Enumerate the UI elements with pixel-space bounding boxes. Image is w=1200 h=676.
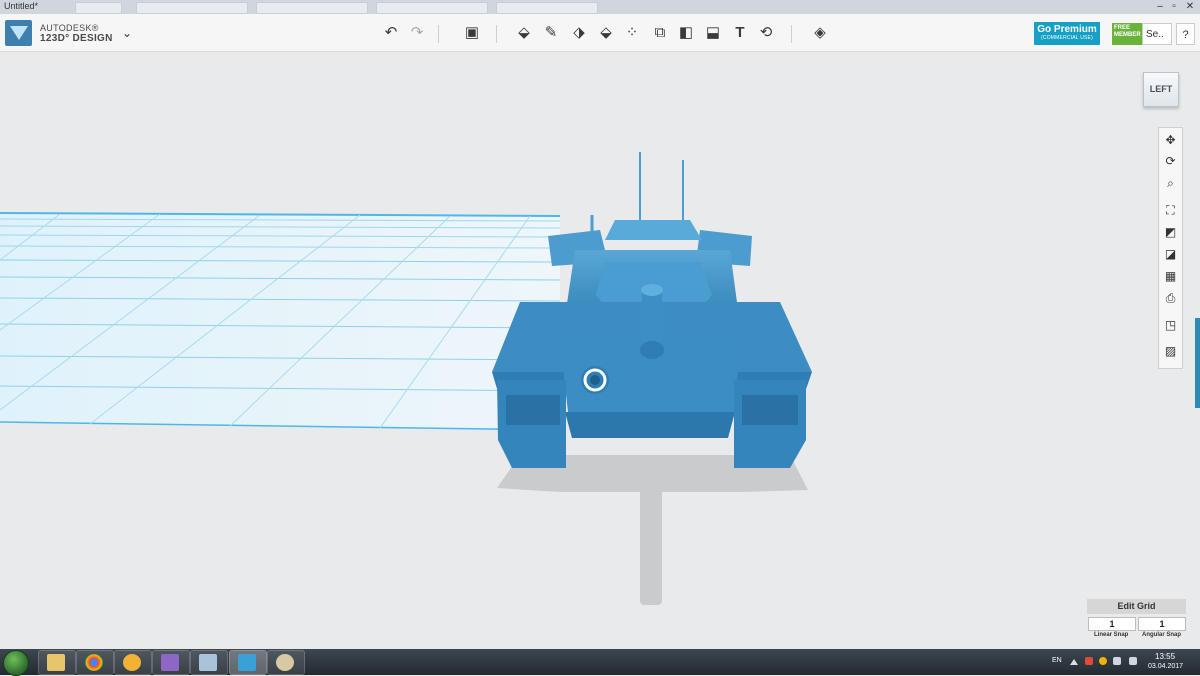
- app-icon: [123, 654, 141, 671]
- chrome-icon: [85, 654, 103, 671]
- viewcube[interactable]: LEFT: [1143, 72, 1179, 107]
- hide-show-icon[interactable]: ▦: [1159, 266, 1182, 286]
- taskbar-item-visual-studio[interactable]: [152, 650, 190, 675]
- visual-studio-icon: [161, 654, 179, 671]
- views-icon[interactable]: ◩: [1159, 222, 1182, 242]
- brand-product: 123D° DESIGN: [40, 33, 113, 44]
- go-premium-button[interactable]: Go Premium (COMMERCIAL USE): [1034, 22, 1100, 45]
- free-member-badge: FREE MEMBER: [1112, 23, 1146, 45]
- clock-time[interactable]: 13:55: [1155, 652, 1175, 661]
- group-button[interactable]: ⧉: [649, 22, 671, 44]
- taskbar-item-calculator[interactable]: [190, 650, 228, 675]
- language-indicator[interactable]: EN: [1052, 657, 1062, 664]
- solid-icon[interactable]: ◪: [1159, 244, 1182, 264]
- minimize-button[interactable]: –: [1154, 0, 1166, 13]
- tray-expand-icon[interactable]: [1070, 659, 1078, 665]
- background-window-tab[interactable]: [256, 2, 368, 14]
- grid-visibility-icon[interactable]: ▨: [1159, 341, 1182, 361]
- folder-icon: [47, 654, 65, 671]
- side-panel-handle[interactable]: [1195, 318, 1200, 408]
- undo-button[interactable]: ↶: [380, 22, 402, 44]
- toolbar-divider: [791, 25, 792, 43]
- construct-button[interactable]: ⬗: [568, 22, 590, 44]
- pattern-button[interactable]: ⁘: [621, 22, 643, 44]
- modify-button[interactable]: ⬙: [595, 22, 617, 44]
- fit-icon[interactable]: ⛶: [1159, 200, 1182, 220]
- ground-grid: [0, 212, 561, 431]
- snap-button[interactable]: ⟲: [755, 22, 777, 44]
- redo-button[interactable]: ↷: [406, 22, 428, 44]
- go-premium-label: Go Premium: [1037, 24, 1097, 35]
- start-button[interactable]: [3, 650, 29, 676]
- combine-button[interactable]: ◧: [675, 22, 697, 44]
- edit-grid-panel: Edit Grid 1 1 Linear Snap Angular Snap: [1087, 599, 1186, 643]
- linear-snap-label: Linear Snap: [1094, 632, 1129, 638]
- taskbar-item-123d-design[interactable]: [229, 650, 267, 675]
- background-window-tab[interactable]: [376, 2, 488, 14]
- taskbar-item-app[interactable]: [114, 650, 152, 675]
- orbit-icon[interactable]: ⟳: [1159, 151, 1182, 171]
- background-window-tab[interactable]: [496, 2, 598, 14]
- app-toolbar: AUTODESK® 123D° DESIGN ⌄ ↶ ↷ ▣ ⬙ ✎ ⬗ ⬙ ⁘…: [0, 14, 1200, 62]
- network-icon[interactable]: [1113, 657, 1121, 665]
- volume-icon[interactable]: [1129, 657, 1137, 665]
- sign-in-label: Se..: [1146, 29, 1164, 40]
- 123d-design-icon: [238, 654, 256, 671]
- window-title-bar: Untitled* – ▫ ✕: [0, 0, 1200, 15]
- sketch-button[interactable]: ✎: [540, 22, 562, 44]
- background-window-tab[interactable]: [136, 2, 248, 14]
- materials-button[interactable]: ◈: [809, 22, 831, 44]
- 3d-viewport[interactable]: [0, 52, 1200, 649]
- paint-icon: [276, 654, 294, 671]
- pan-icon[interactable]: ✥: [1159, 130, 1182, 150]
- linear-snap-field[interactable]: 1: [1088, 617, 1136, 631]
- measure-button[interactable]: ⬓: [702, 22, 724, 44]
- angular-snap-label: Angular Snap: [1142, 632, 1182, 638]
- toolbar-divider: [438, 25, 439, 43]
- help-button[interactable]: ?: [1176, 23, 1195, 45]
- taskbar: [0, 649, 1200, 676]
- material-icon[interactable]: ◳: [1159, 315, 1182, 335]
- tray-update-icon[interactable]: [1099, 657, 1107, 665]
- taskbar-item-chrome[interactable]: [76, 650, 114, 675]
- camera-icon[interactable]: ⎙: [1159, 288, 1182, 308]
- edit-grid-button[interactable]: Edit Grid: [1087, 599, 1186, 614]
- toolbar-divider: [496, 25, 497, 43]
- background-window-tab[interactable]: [75, 2, 122, 14]
- sign-in-button[interactable]: Se.. ⌄: [1142, 23, 1172, 62]
- restore-button[interactable]: ▫: [1168, 0, 1180, 13]
- primitives-button[interactable]: ▣: [461, 22, 483, 44]
- primitive-box-button[interactable]: ⬙: [513, 22, 535, 44]
- text-button[interactable]: T: [729, 22, 751, 44]
- clock-date[interactable]: 03.04.2017: [1148, 663, 1183, 670]
- brand-company: AUTODESK®: [40, 23, 99, 33]
- tray-app-icon[interactable]: [1085, 657, 1093, 665]
- taskbar-item-paint[interactable]: [267, 650, 305, 675]
- angular-snap-field[interactable]: 1: [1138, 617, 1186, 631]
- close-button[interactable]: ✕: [1184, 0, 1196, 13]
- window-title: Untitled*: [4, 1, 39, 11]
- chevron-down-icon[interactable]: ⌄: [122, 26, 132, 40]
- zoom-icon[interactable]: ⌕: [1159, 173, 1182, 193]
- calculator-icon: [199, 654, 217, 671]
- go-premium-sublabel: (COMMERCIAL USE): [1041, 35, 1093, 41]
- app-logo-icon[interactable]: [5, 20, 32, 46]
- taskbar-item-explorer[interactable]: [38, 650, 76, 675]
- navigation-bar: ✥ ⟳ ⌕ ⛶ ◩ ◪ ▦ ⎙ ◳ ▨: [1158, 127, 1183, 369]
